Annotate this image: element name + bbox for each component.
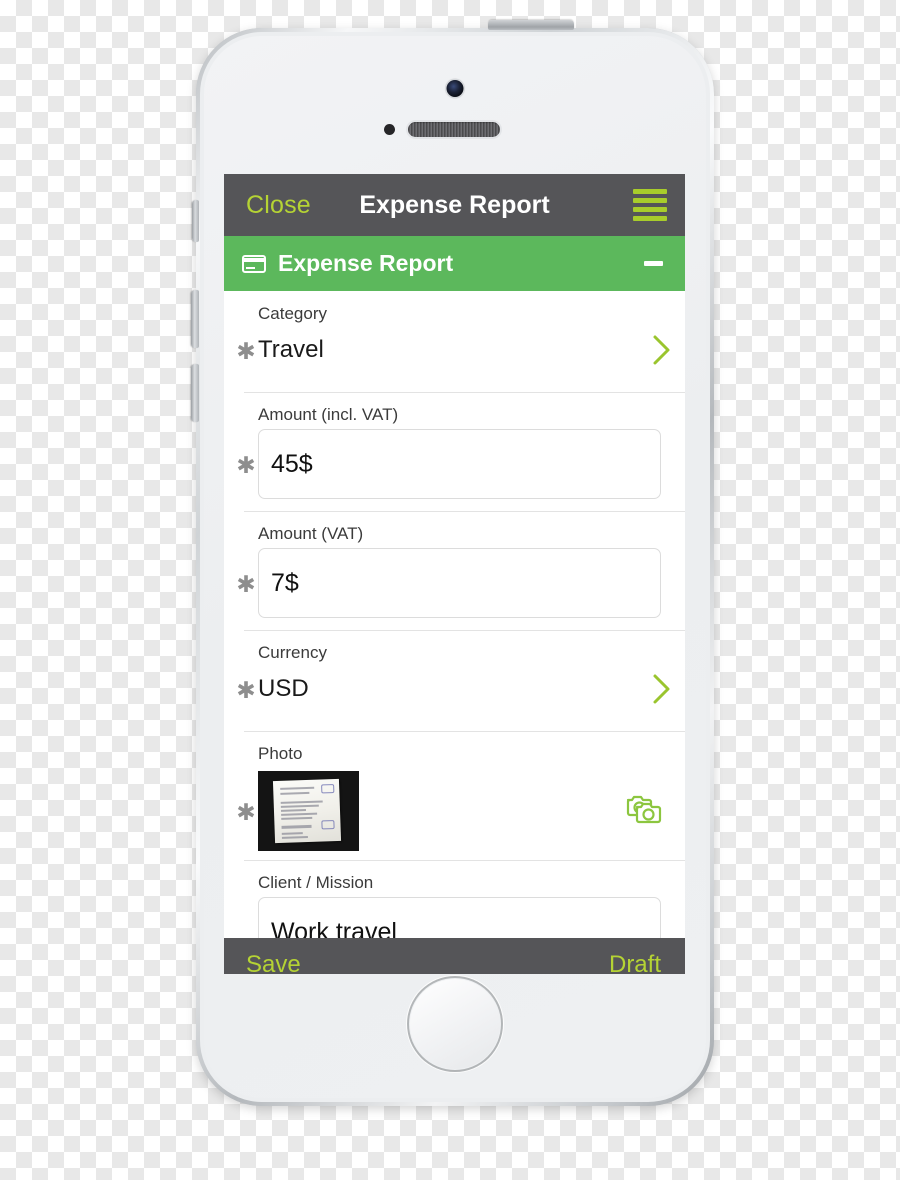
- home-button[interactable]: [409, 978, 501, 1070]
- field-row-category[interactable]: Category ✱ Travel: [224, 291, 685, 392]
- phone-device-frame: Close Expense Report Expense Report Cate…: [191, 20, 714, 1106]
- proximity-sensor-icon: [384, 124, 395, 135]
- draft-button[interactable]: Draft: [609, 951, 661, 974]
- silence-switch[interactable]: [192, 200, 199, 242]
- volume-up-button[interactable]: [191, 290, 199, 348]
- expense-form: Category ✱ Travel Amount (incl. VAT) ✱ 4: [224, 291, 685, 938]
- field-row-photo[interactable]: Photo ✱: [224, 731, 685, 860]
- amount-incl-vat-input[interactable]: 45$: [258, 429, 661, 499]
- field-row-amount-incl-vat[interactable]: Amount (incl. VAT) ✱ 45$: [224, 392, 685, 511]
- field-value-currency: USD: [258, 675, 309, 702]
- field-label-currency: Currency: [258, 643, 327, 662]
- earpiece-speaker: [408, 122, 500, 137]
- amount-vat-input[interactable]: 7$: [258, 548, 661, 618]
- required-asterisk-icon: ✱: [236, 452, 256, 478]
- hamburger-bar: [633, 198, 667, 203]
- navigation-bar: Close Expense Report: [224, 174, 685, 236]
- required-asterisk-icon: ✱: [236, 677, 256, 703]
- bottom-toolbar: Save Draft: [224, 938, 685, 974]
- hamburger-bar: [633, 189, 667, 194]
- receipt-image: [272, 778, 342, 844]
- receipt-photo-thumbnail[interactable]: [258, 771, 359, 851]
- field-row-client-mission[interactable]: Client / Mission Work travel: [224, 860, 685, 938]
- front-camera-icon: [446, 80, 464, 97]
- field-row-amount-vat[interactable]: Amount (VAT) ✱ 7$: [224, 511, 685, 630]
- volume-down-button[interactable]: [191, 364, 199, 422]
- save-button[interactable]: Save: [246, 951, 301, 974]
- required-asterisk-icon: ✱: [236, 338, 256, 364]
- client-mission-input[interactable]: Work travel: [258, 897, 661, 938]
- phone-screen: Close Expense Report Expense Report Cate…: [224, 174, 685, 974]
- chevron-right-icon[interactable]: [639, 334, 685, 366]
- field-label-amount-vat: Amount (VAT): [258, 524, 364, 543]
- field-label-amount-incl-vat: Amount (incl. VAT): [258, 405, 399, 424]
- section-header[interactable]: Expense Report: [224, 236, 685, 291]
- credit-card-icon: [242, 254, 266, 273]
- chevron-right-icon[interactable]: [639, 673, 685, 705]
- field-row-currency[interactable]: Currency ✱ USD: [224, 630, 685, 731]
- required-asterisk-icon: ✱: [236, 799, 256, 825]
- power-button[interactable]: [488, 20, 574, 30]
- hamburger-menu-icon[interactable]: [633, 189, 667, 221]
- field-label-photo: Photo: [258, 744, 303, 763]
- camera-icon[interactable]: [625, 791, 665, 832]
- section-title: Expense Report: [278, 250, 454, 276]
- close-button[interactable]: Close: [246, 191, 311, 220]
- required-asterisk-icon: ✱: [236, 571, 256, 597]
- hamburger-bar: [633, 216, 667, 221]
- minus-icon[interactable]: [644, 261, 663, 266]
- hamburger-bar: [633, 207, 667, 212]
- field-label-client-mission: Client / Mission: [258, 873, 374, 892]
- field-label-category: Category: [258, 304, 327, 323]
- field-value-category: Travel: [258, 336, 324, 363]
